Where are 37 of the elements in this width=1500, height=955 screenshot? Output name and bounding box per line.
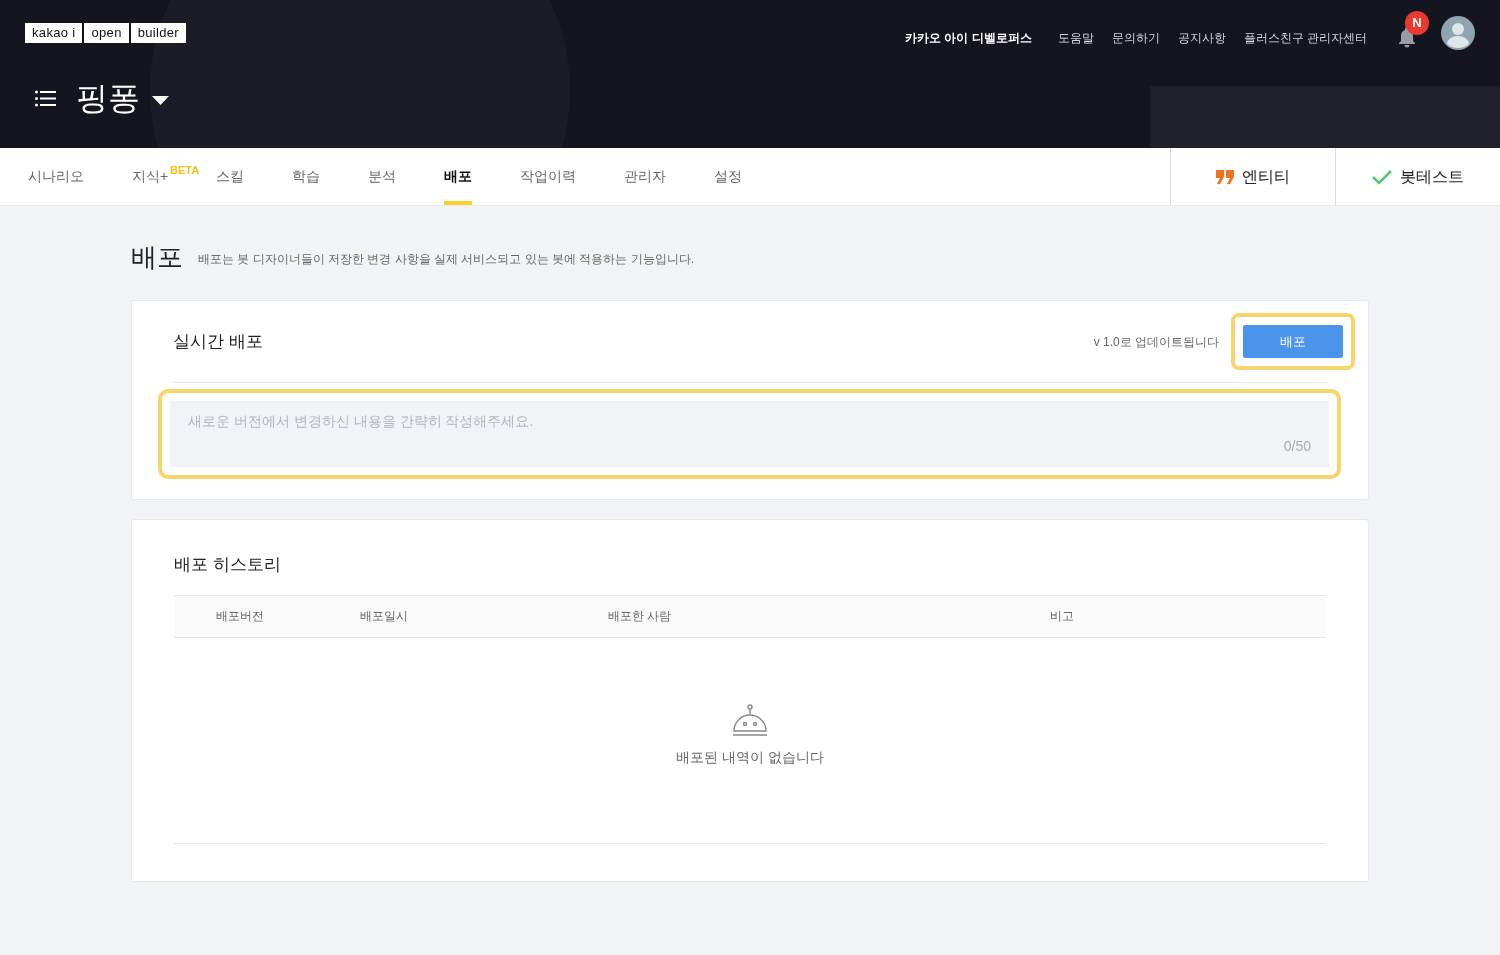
bot-test-button[interactable]: 봇테스트: [1335, 148, 1500, 205]
column-header: 배포한 사람: [608, 608, 673, 625]
empty-message: 배포된 내역이 없습니다: [676, 747, 824, 767]
column-header: 비고: [1050, 608, 1075, 625]
beta-label: BETA: [170, 163, 200, 178]
tab[interactable]: 스킬: [216, 148, 245, 205]
check-icon: [1372, 169, 1392, 184]
tab[interactable]: 관리자: [624, 148, 667, 205]
nav-link[interactable]: 플러스친구 관리자센터: [1243, 28, 1367, 47]
column-header: 배포일시: [360, 608, 409, 625]
robot-icon: [732, 703, 768, 737]
tab[interactable]: 시나리오: [28, 148, 84, 205]
tab[interactable]: 분석: [368, 148, 397, 205]
card-title: 실시간 배포: [173, 330, 263, 353]
notification-badge: N: [1405, 11, 1429, 35]
caret-icon[interactable]: [152, 95, 169, 105]
tab[interactable]: 지식+: [132, 148, 169, 205]
column-header: 배포버전: [215, 608, 265, 625]
version-note: v 1.0로 업데이트됩니다: [1093, 333, 1219, 351]
nav-link[interactable]: 카카오 아이 디벨로퍼스: [905, 28, 1032, 47]
page-title: 배포: [131, 244, 183, 270]
card-title: 배포 히스토리: [174, 554, 282, 576]
character-counter: 0/50: [1283, 437, 1311, 456]
tab[interactable]: 학습: [292, 148, 321, 205]
tab[interactable]: 작업이력: [520, 148, 577, 205]
entity-button[interactable]: 엔티티: [1170, 148, 1335, 205]
quote-icon: [1216, 169, 1234, 184]
avatar-icon[interactable]: [1441, 16, 1475, 50]
page-description: 배포는 봇 디자이너들이 저장한 변경 사항을 실제 서비스되고 있는 봇에 적용하는 기능입니다.: [198, 251, 694, 268]
menu-icon[interactable]: [35, 89, 56, 107]
nav-link[interactable]: 도움말: [1057, 28, 1094, 47]
tab[interactable]: 설정: [714, 148, 743, 205]
bot-name[interactable]: 핑퐁: [76, 82, 140, 114]
nav-link[interactable]: 문의하기: [1111, 28, 1160, 47]
nav-link[interactable]: 공지사항: [1177, 28, 1226, 47]
tab[interactable]: 배포: [444, 148, 473, 205]
kakao-logo[interactable]: kakao i open builder: [25, 23, 186, 43]
